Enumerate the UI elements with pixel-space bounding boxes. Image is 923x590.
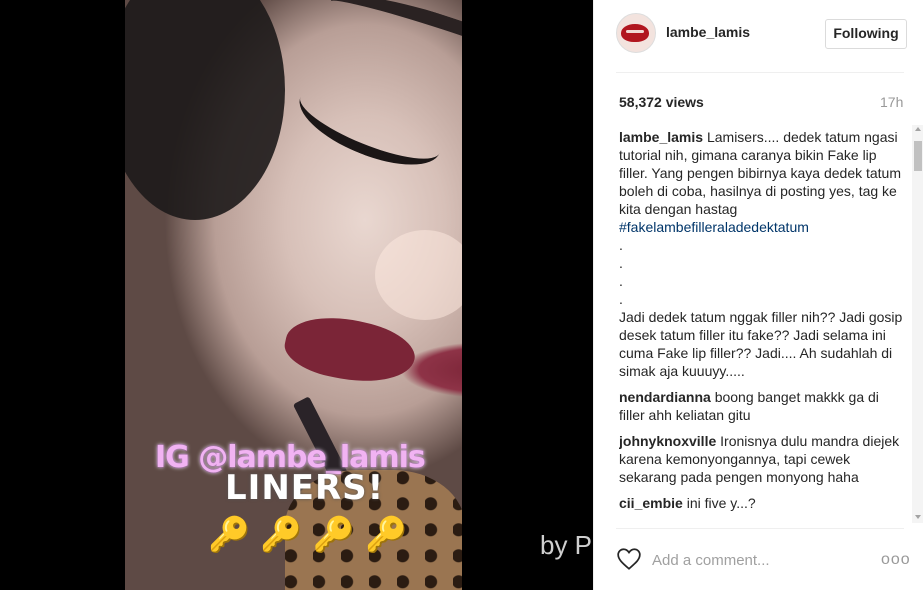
avatar-lip-line xyxy=(626,30,644,33)
eyebrow-shape xyxy=(323,0,462,94)
nose-highlight xyxy=(375,230,462,320)
post-time[interactable]: 17h xyxy=(880,94,903,110)
key-emojis: 🔑🔑🔑🔑 xyxy=(208,516,418,554)
post-side-panel: lambe_lamis Following 58,372 views 17h l… xyxy=(593,0,923,590)
hair-shape xyxy=(125,0,285,220)
caption-text-2: Jadi dedek tatum nggak filler nih?? Jadi… xyxy=(619,309,903,379)
caption: lambe_lamis Lamisers.... dedek tatum nga… xyxy=(619,128,905,380)
scroll-up-arrow-icon[interactable] xyxy=(915,127,921,131)
following-button[interactable]: Following xyxy=(825,19,907,49)
caption-dot: . xyxy=(619,291,623,307)
overlay-liners-text: LINERS! xyxy=(225,468,385,508)
watermark: by P xyxy=(540,530,593,560)
comment-username[interactable]: johnyknoxville xyxy=(619,433,716,449)
caption-hashtag[interactable]: #fakelambefilleraladedektatum xyxy=(619,219,809,235)
comment-text: ini five y...? xyxy=(686,495,756,511)
scroll-thumb[interactable] xyxy=(914,141,922,171)
lips-shape xyxy=(280,307,420,393)
caption-username[interactable]: lambe_lamis xyxy=(619,129,703,145)
comment-username[interactable]: nendardianna xyxy=(619,389,711,405)
scroll-down-arrow-icon[interactable] xyxy=(915,515,921,519)
comments-scrollbar[interactable] xyxy=(912,125,923,523)
comment-item: johnyknoxville Ironisnya dulu mandra die… xyxy=(619,432,905,486)
more-options-icon[interactable]: ooo xyxy=(881,551,911,569)
divider xyxy=(616,72,904,73)
add-comment-input[interactable] xyxy=(650,548,864,572)
username-link[interactable]: lambe_lamis xyxy=(666,24,750,40)
comment-item: cii_embie ini five y...? xyxy=(619,494,905,512)
comments-list[interactable]: lambe_lamis Lamisers.... dedek tatum nga… xyxy=(619,128,905,522)
divider xyxy=(616,528,904,529)
caption-dot: . xyxy=(619,255,623,271)
caption-dot: . xyxy=(619,237,623,253)
post-header: lambe_lamis Following xyxy=(594,0,923,72)
post-media[interactable]: IG @lambe_lamis LINERS! 🔑🔑🔑🔑 by P xyxy=(0,0,593,590)
comment-username[interactable]: cii_embie xyxy=(619,495,683,511)
heart-icon[interactable] xyxy=(616,546,642,572)
avatar[interactable] xyxy=(616,13,656,53)
eyelash-shape xyxy=(289,69,451,181)
caption-dot: . xyxy=(619,273,623,289)
view-count: 58,372 views xyxy=(619,94,704,110)
comment-item: nendardianna boong banget makkk ga di fi… xyxy=(619,388,905,424)
avatar-lips xyxy=(621,24,649,42)
